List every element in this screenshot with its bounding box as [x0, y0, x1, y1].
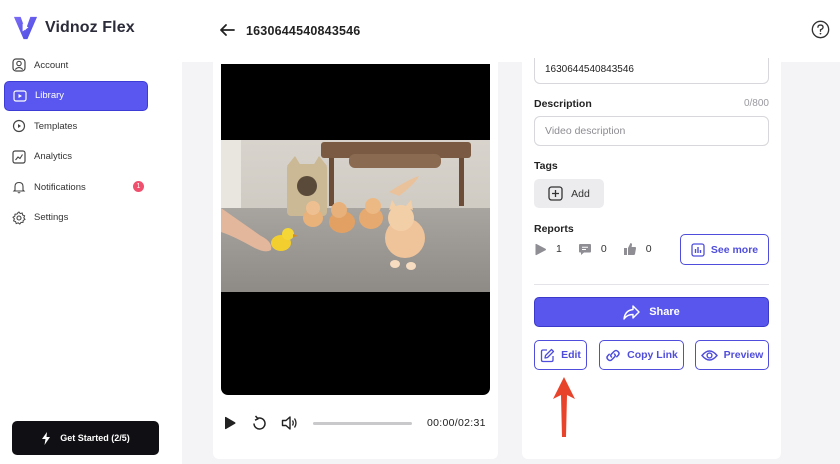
thumbs-up-icon	[623, 242, 637, 256]
sidebar-item-account[interactable]: Account	[4, 50, 148, 80]
likes-count: 0	[645, 243, 652, 255]
player-controls: 00:00/02:31	[223, 413, 493, 433]
add-tag-label: Add	[571, 187, 590, 200]
video-frame-kittens	[221, 140, 490, 292]
replay-icon[interactable]	[251, 415, 268, 432]
sidebar-item-label: Library	[35, 90, 65, 101]
comments-stat: 0	[578, 243, 607, 256]
sidebar-item-label: Templates	[34, 120, 78, 132]
sidebar-item-label: Settings	[34, 212, 69, 223]
see-more-label: See more	[710, 243, 759, 256]
preview-button[interactable]: Preview	[695, 340, 769, 370]
report-stats: 1 0 0	[534, 242, 668, 256]
sidebar-item-label: Notifications	[34, 181, 86, 193]
get-started-button[interactable]: Get Started (2/5)	[12, 421, 159, 455]
play-icon[interactable]	[223, 416, 237, 430]
preview-label: Preview	[723, 349, 764, 361]
playback-time: 00:00/02:31	[427, 417, 486, 429]
edit-label: Edit	[561, 349, 581, 361]
description-counter: 0/800	[743, 98, 769, 109]
sidebar-item-library[interactable]: Library	[4, 80, 148, 111]
play-count-icon	[534, 243, 547, 256]
plus-square-icon	[548, 186, 563, 201]
video-card: 00:00/02:31	[213, 62, 498, 459]
sidebar-item-analytics[interactable]: Analytics	[4, 142, 148, 172]
video-player[interactable]	[221, 64, 490, 395]
analytics-icon	[12, 149, 26, 164]
divider	[534, 284, 769, 285]
app-name: Vidnoz Flex	[45, 18, 135, 36]
volume-icon[interactable]	[281, 415, 299, 431]
reports-label: Reports	[534, 223, 574, 235]
logo[interactable]: Vidnoz Flex	[12, 14, 135, 41]
vidnoz-logo-icon	[13, 16, 38, 40]
sidebar-item-notifications[interactable]: Notifications 1	[4, 172, 148, 202]
title-field[interactable]: 1630644540843546	[534, 58, 769, 84]
copy-link-button[interactable]: Copy Link	[599, 340, 684, 370]
page-title: 1630644540843546	[246, 24, 361, 38]
likes-stat: 0	[623, 242, 652, 256]
see-more-button[interactable]: See more	[680, 234, 769, 265]
lightning-icon	[41, 431, 51, 445]
sidebar-item-templates[interactable]: Templates	[4, 111, 148, 141]
sidebar-nav: Account Library Templates Analytics Noti…	[4, 50, 148, 233]
sidebar-item-label: Account	[34, 59, 69, 71]
edit-icon	[540, 348, 555, 363]
notification-badge: 1	[133, 181, 144, 192]
add-tag-button[interactable]: Add	[534, 179, 604, 208]
sidebar-item-label: Analytics	[34, 151, 73, 162]
user-icon	[12, 58, 26, 72]
back-arrow-icon[interactable]	[219, 22, 235, 38]
share-icon	[623, 304, 640, 320]
share-button[interactable]: Share	[534, 297, 769, 327]
progress-bar[interactable]	[313, 421, 412, 425]
help-icon[interactable]	[811, 20, 830, 39]
views-count: 1	[556, 243, 562, 255]
bar-chart-icon	[691, 242, 705, 257]
tags-label: Tags	[534, 160, 558, 172]
comments-count: 0	[600, 243, 607, 255]
bell-icon	[12, 180, 26, 194]
description-input[interactable]: Video description	[534, 116, 769, 146]
library-icon	[13, 89, 27, 103]
link-icon	[605, 348, 621, 363]
sidebar: Vidnoz Flex Account Library Templates An…	[0, 0, 182, 464]
get-started-label: Get Started (2/5)	[60, 433, 130, 443]
description-label: Description	[534, 98, 592, 110]
comment-icon	[578, 243, 592, 256]
header: 1630644540843546	[182, 0, 840, 62]
gear-icon	[12, 210, 26, 225]
share-label: Share	[649, 306, 680, 318]
red-pointer-arrow-icon	[553, 377, 575, 437]
edit-button[interactable]: Edit	[534, 340, 587, 370]
copy-link-label: Copy Link	[627, 349, 678, 361]
views-stat: 1	[534, 243, 562, 256]
templates-icon	[12, 119, 26, 133]
sidebar-item-settings[interactable]: Settings	[4, 203, 148, 233]
eye-icon	[700, 349, 718, 362]
